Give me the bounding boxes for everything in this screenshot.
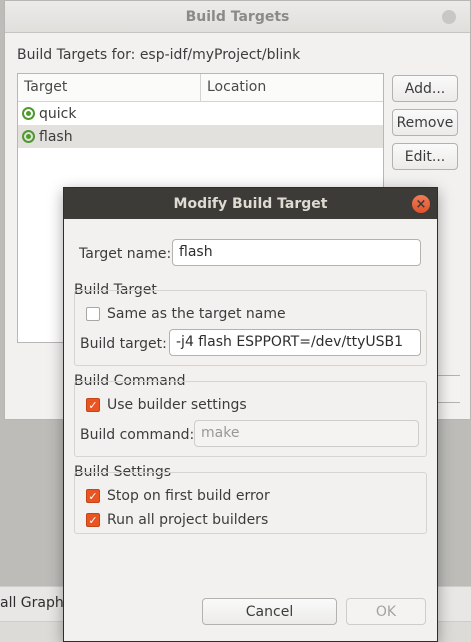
close-icon[interactable] [442,10,456,24]
build-target-label: Build target: [80,336,167,352]
stop-on-error-label: Stop on first build error [107,488,270,504]
table-row[interactable]: quick [18,102,383,125]
modify-title: Modify Build Target [173,195,328,212]
target-name-input[interactable]: flash [172,239,421,266]
column-header-target[interactable]: Target [18,74,201,101]
build-target-input[interactable]: -j4 flash ESPPORT=/dev/ttyUSB1 [169,329,421,356]
target-name: flash [39,128,73,145]
same-as-target-label: Same as the target name [107,306,286,322]
target-name: quick [39,105,77,122]
stop-on-error-checkbox[interactable]: ✓ Stop on first build error [86,488,270,504]
build-command-input[interactable]: make [194,420,419,447]
build-targets-heading: Build Targets for: esp-idf/myProject/bli… [17,47,301,63]
edit-button[interactable]: Edit... [392,143,458,170]
same-as-target-checkbox[interactable]: Same as the target name [86,306,286,322]
check-icon: ✓ [86,513,100,527]
close-icon[interactable]: × [412,195,430,213]
table-header: Target Location [18,74,383,102]
build-targets-titlebar: Build Targets [5,1,470,33]
build-command-label: Build command: [80,427,195,443]
modify-titlebar: Modify Build Target × [64,188,437,219]
add-button[interactable]: Add... [392,75,458,102]
use-builder-settings-label: Use builder settings [107,397,247,413]
run-all-builders-label: Run all project builders [107,512,269,528]
use-builder-settings-checkbox[interactable]: ✓ Use builder settings [86,397,247,413]
table-row[interactable]: flash [18,125,383,148]
call-graph-tab[interactable]: all Graph [0,595,64,611]
check-icon: ✓ [86,398,100,412]
run-all-builders-checkbox[interactable]: ✓ Run all project builders [86,512,268,528]
remove-button[interactable]: Remove [392,109,458,136]
target-icon [22,107,35,120]
ok-button[interactable]: OK [346,598,426,625]
target-name-label: Target name: [79,246,172,262]
column-header-location[interactable]: Location [201,74,272,101]
cancel-button[interactable]: Cancel [202,598,337,625]
check-icon: ✓ [86,489,100,503]
build-targets-title: Build Targets [185,8,290,25]
checkbox-icon [86,307,100,321]
modify-build-target-dialog: Modify Build Target × Target name: flash… [63,187,438,642]
target-icon [22,130,35,143]
